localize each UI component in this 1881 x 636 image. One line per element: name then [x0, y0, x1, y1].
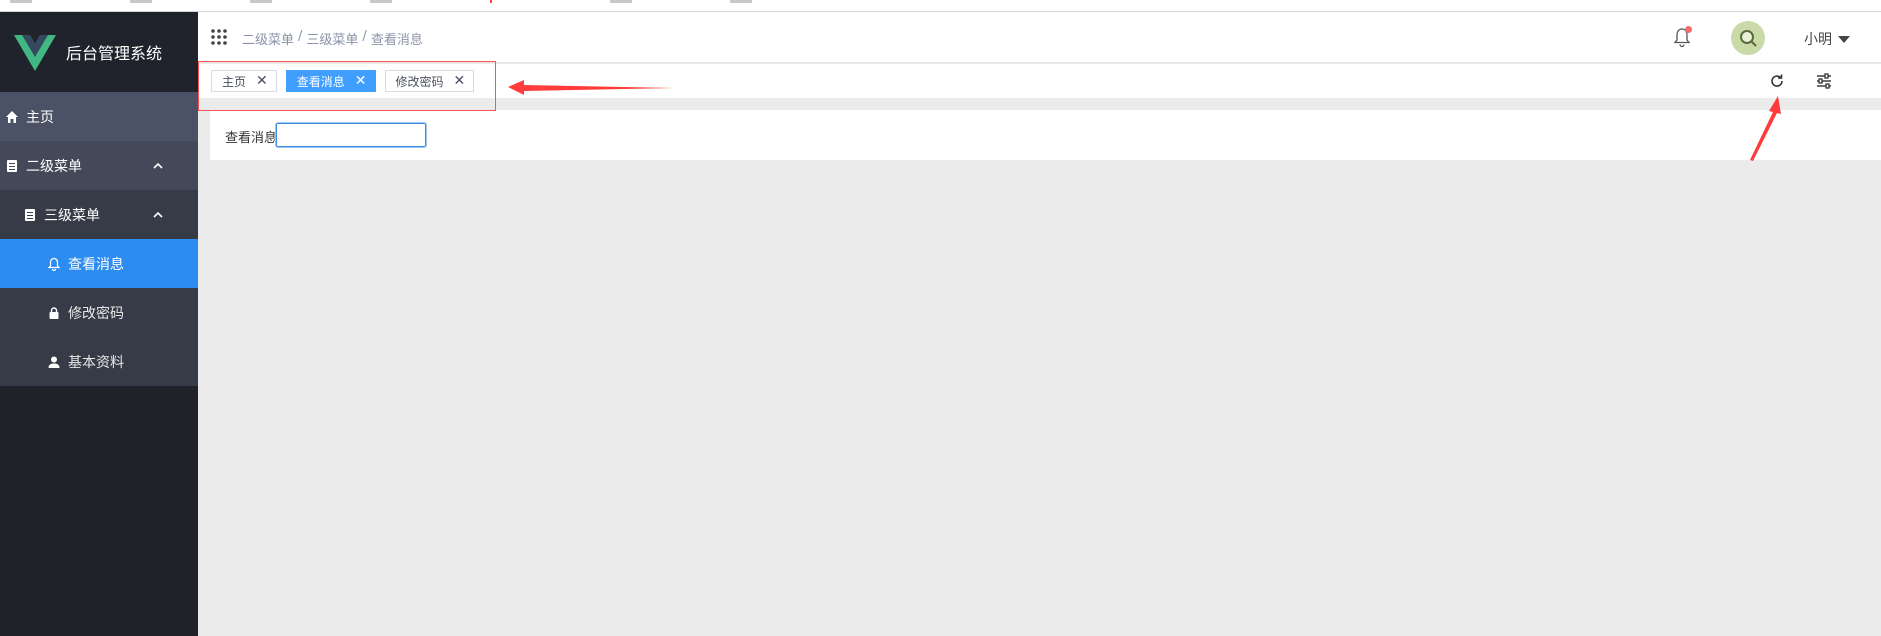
breadcrumb: 二级菜单 / 三级菜单 / 查看消息 [242, 29, 423, 48]
home-icon [4, 109, 20, 125]
sidebar-item-profile[interactable]: 基本资料 [0, 337, 198, 386]
vue-logo-icon [14, 35, 56, 71]
header: 二级菜单 / 三级菜单 / 查看消息 小明 [198, 12, 1881, 63]
document-icon [22, 207, 38, 223]
chevron-up-icon [153, 162, 163, 169]
strip-mark [370, 0, 392, 3]
breadcrumb-item[interactable]: 三级菜单 [306, 29, 358, 48]
sidebar-item-submenu-level2[interactable]: 二级菜单 [0, 141, 198, 190]
notification-badge [1685, 26, 1692, 33]
sidebar-item-label: 主页 [26, 109, 54, 126]
user-icon [46, 354, 62, 370]
breadcrumb-separator: / [298, 29, 303, 44]
strip-mark [610, 0, 632, 3]
logo[interactable]: 后台管理系统 [0, 12, 198, 92]
username-label: 小明 [1804, 32, 1832, 48]
sidebar: 后台管理系统 主页 二级菜单 三级菜单 查看消息 修改密码 基本资料 [0, 12, 198, 636]
bell-icon [46, 256, 62, 272]
caret-down-icon [1838, 35, 1850, 43]
lock-icon [46, 305, 62, 321]
sidebar-item-label: 查看消息 [68, 256, 124, 273]
avatar-image-icon [1740, 30, 1757, 47]
sidebar-item-label: 修改密码 [68, 305, 124, 322]
settings-sliders-icon[interactable] [1815, 72, 1833, 90]
sidebar-item-view-messages[interactable]: 查看消息 [0, 239, 198, 288]
user-menu[interactable]: 小明 [1804, 29, 1850, 49]
strip-mark [730, 0, 752, 3]
view-messages-label: 查看消息 [225, 131, 278, 146]
breadcrumb-separator: / [362, 29, 367, 44]
content-panel: 查看消息 [210, 110, 1881, 160]
sidebar-item-label: 二级菜单 [26, 158, 82, 175]
sidebar-item-home[interactable]: 主页 [0, 92, 198, 141]
strip-mark [10, 0, 32, 3]
breadcrumb-item[interactable]: 二级菜单 [242, 29, 294, 48]
sidebar-item-label: 基本资料 [68, 354, 124, 371]
notification-button[interactable] [1671, 26, 1693, 48]
breadcrumb-item: 查看消息 [370, 33, 423, 48]
highlight-box [198, 61, 496, 111]
refresh-icon[interactable] [1768, 72, 1786, 90]
view-messages-input[interactable] [275, 122, 427, 148]
document-icon [4, 158, 20, 174]
sidebar-item-submenu-level3[interactable]: 三级菜单 [0, 190, 198, 239]
sidebar-item-change-password[interactable]: 修改密码 [0, 288, 198, 337]
grid-menu-icon[interactable] [210, 28, 228, 46]
strip-mark [130, 0, 152, 3]
strip-mark [250, 0, 272, 3]
app-title: 后台管理系统 [66, 44, 163, 63]
sidebar-item-label: 三级菜单 [44, 207, 100, 224]
strip-mark-red [490, 0, 492, 3]
chevron-up-icon [153, 211, 163, 218]
top-strip [0, 0, 1881, 12]
avatar[interactable] [1731, 21, 1765, 55]
